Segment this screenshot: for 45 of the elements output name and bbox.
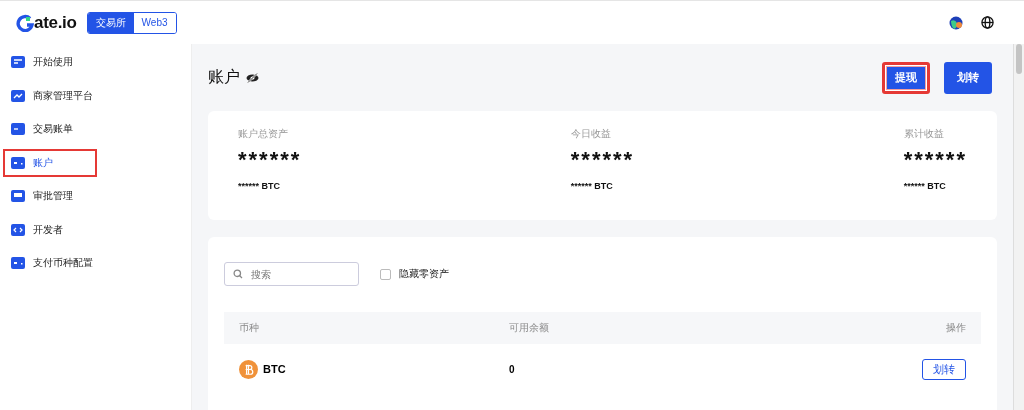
scrollbar[interactable] <box>1013 44 1024 410</box>
document-icon <box>11 123 25 135</box>
stat-label: 累计收益 <box>903 127 945 141</box>
logo-icon <box>16 13 34 32</box>
stat-btc: ****** BTC <box>903 181 947 191</box>
tray-icon <box>11 190 25 202</box>
column-header: 币种 <box>239 321 260 335</box>
transfer-button[interactable]: 划转 <box>922 358 966 380</box>
sidebar-item[interactable]: 开始使用 <box>5 50 95 74</box>
brand-name: ate.io <box>34 12 77 33</box>
page-title: 账户 <box>208 67 240 87</box>
stat-label: 今日收益 <box>570 127 612 141</box>
sidebar-item[interactable]: 支付币种配置 <box>5 251 95 275</box>
list-icon <box>11 56 25 68</box>
bitcoin-icon <box>239 359 258 379</box>
mode-tab[interactable]: 交易所 <box>87 12 134 33</box>
stat-value: ****** <box>238 147 302 173</box>
checkbox[interactable] <box>380 268 391 280</box>
stat-label: 账户总资产 <box>238 127 289 141</box>
sidebar-item[interactable]: 审批管理 <box>5 184 95 208</box>
sidebar-item[interactable]: 账户 <box>5 150 95 175</box>
column-header: 操作 <box>946 321 966 335</box>
code-icon <box>11 223 25 236</box>
stat-btc: ****** BTC <box>570 181 614 191</box>
coin-name: BTC <box>263 363 286 375</box>
wallet-icon <box>11 257 25 269</box>
globe-icon[interactable] <box>981 16 994 29</box>
stat-btc: ****** BTC <box>238 181 281 191</box>
wallet-icon <box>11 156 25 169</box>
search-field[interactable]: 搜索 <box>224 262 359 286</box>
action-button[interactable]: 划转 <box>944 61 992 94</box>
action-button[interactable]: 提现 <box>882 61 930 94</box>
table-cell-text: 0 <box>509 363 516 375</box>
hidden-eye-icon[interactable] <box>246 72 259 83</box>
stat-value: ****** <box>570 147 635 173</box>
sidebar-item[interactable]: 开发者 <box>5 217 95 242</box>
scrollbar-thumb[interactable] <box>1016 44 1022 74</box>
column-header: 可用余额 <box>509 321 550 335</box>
sidebar-item[interactable]: 交易账单 <box>5 117 95 141</box>
checkbox-label: 隐藏零资产 <box>399 267 449 281</box>
sidebar-item[interactable]: 商家管理平台 <box>5 83 95 108</box>
avatar-icon[interactable] <box>949 15 963 30</box>
search-icon <box>233 269 243 279</box>
stat-value: ****** <box>903 147 967 173</box>
chart-icon <box>11 89 25 102</box>
